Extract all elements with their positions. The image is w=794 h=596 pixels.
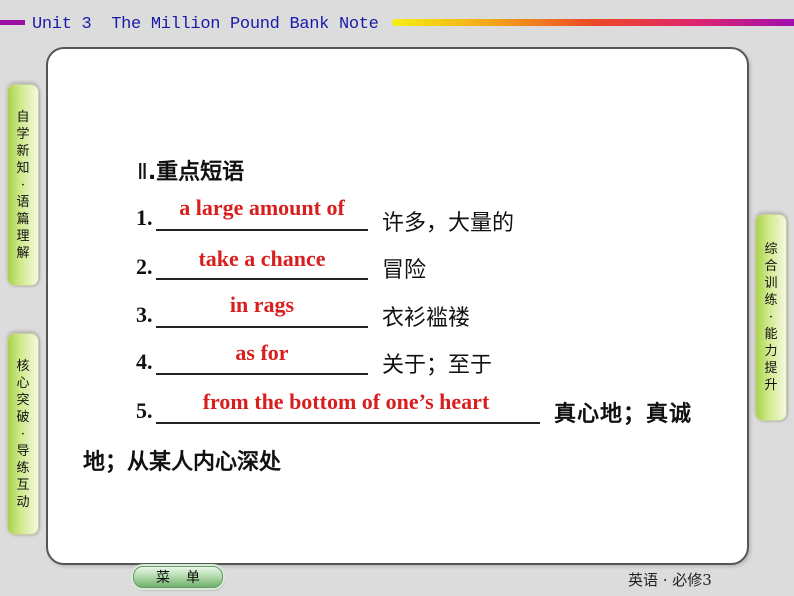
tab-char: 破 (16, 409, 30, 425)
tab-char: 新 (16, 143, 30, 159)
item-number: 1. (136, 205, 153, 230)
menu-button-label: 单 (186, 570, 200, 586)
answer-blank (156, 373, 368, 375)
answer-text: from the bottom of one’s heart (202, 389, 490, 414)
header-accent-bar-left (0, 20, 25, 25)
tab-char: 练 (16, 460, 30, 476)
section-heading: Ⅱ.重点短语 (137, 154, 244, 186)
tab-char: 升 (764, 378, 778, 393)
tab-char: 心 (16, 375, 30, 391)
tab-char: 能 (764, 327, 778, 342)
meaning-text: 关于；至于 (382, 353, 493, 378)
course-label: 英语 · 必修3 (628, 571, 712, 589)
item-number: 3. (136, 302, 153, 327)
tab-char: 篇 (16, 211, 30, 227)
answer-text: as for (235, 340, 289, 365)
answer-text: take a chance (198, 246, 326, 271)
tab-char: 导 (16, 443, 30, 459)
tab-char: 突 (16, 392, 30, 408)
section-number: Ⅱ (137, 159, 148, 184)
tab-char: 理 (16, 228, 30, 244)
meaning-text: 许多，大量的 (382, 211, 515, 236)
tab-char: 提 (764, 361, 778, 376)
tab-char: · (20, 177, 26, 193)
meaning-text: 衣衫褴褛 (382, 306, 471, 331)
nav-tab-self-study[interactable]: 自 学 新 知 · 语 篇 理 解 (7, 84, 39, 286)
tab-char: 力 (764, 344, 778, 359)
item-number: 2. (136, 254, 153, 279)
tab-char: 练 (764, 293, 778, 308)
tab-char: 训 (764, 276, 778, 291)
tab-char: 自 (16, 109, 30, 125)
nav-tab-comprehensive-training[interactable]: 综 合 训 练 · 能 力 提 升 (755, 214, 787, 421)
menu-button[interactable]: 菜 单 (133, 566, 223, 588)
tab-char: 互 (16, 477, 30, 493)
answer-text: in rags (229, 292, 295, 317)
section-title-text: .重点短语 (147, 160, 245, 185)
tab-char: 语 (16, 194, 30, 210)
nav-tab-core-breakthrough[interactable]: 核 心 突 破 · 导 练 互 动 (7, 333, 39, 535)
item-number: 4. (136, 349, 153, 374)
answer-blank (156, 278, 368, 280)
header-gradient-bar (392, 19, 794, 26)
tab-char: 解 (16, 245, 30, 261)
tab-char: 学 (16, 126, 30, 142)
item-number: 5. (136, 398, 153, 423)
meaning-text: 真心地；真诚 (554, 402, 693, 427)
answer-blank (156, 326, 368, 328)
menu-button-label: 菜 (156, 570, 170, 586)
tab-char: 核 (16, 358, 30, 374)
tab-char: 知 (16, 160, 30, 176)
tab-char: 综 (764, 242, 778, 257)
tab-char: · (768, 310, 774, 325)
meaning-text: 冒险 (382, 258, 427, 283)
answer-blank (156, 229, 368, 231)
meaning-text-continued: 地；从某人内心深处 (83, 450, 282, 475)
answer-blank (156, 422, 540, 424)
answer-text: a large amount of (179, 195, 345, 220)
tab-char: 动 (16, 494, 30, 510)
unit-title: Unit 3 The Million Pound Bank Note (32, 15, 379, 34)
tab-char: 合 (764, 259, 778, 274)
tab-char: · (20, 426, 26, 442)
